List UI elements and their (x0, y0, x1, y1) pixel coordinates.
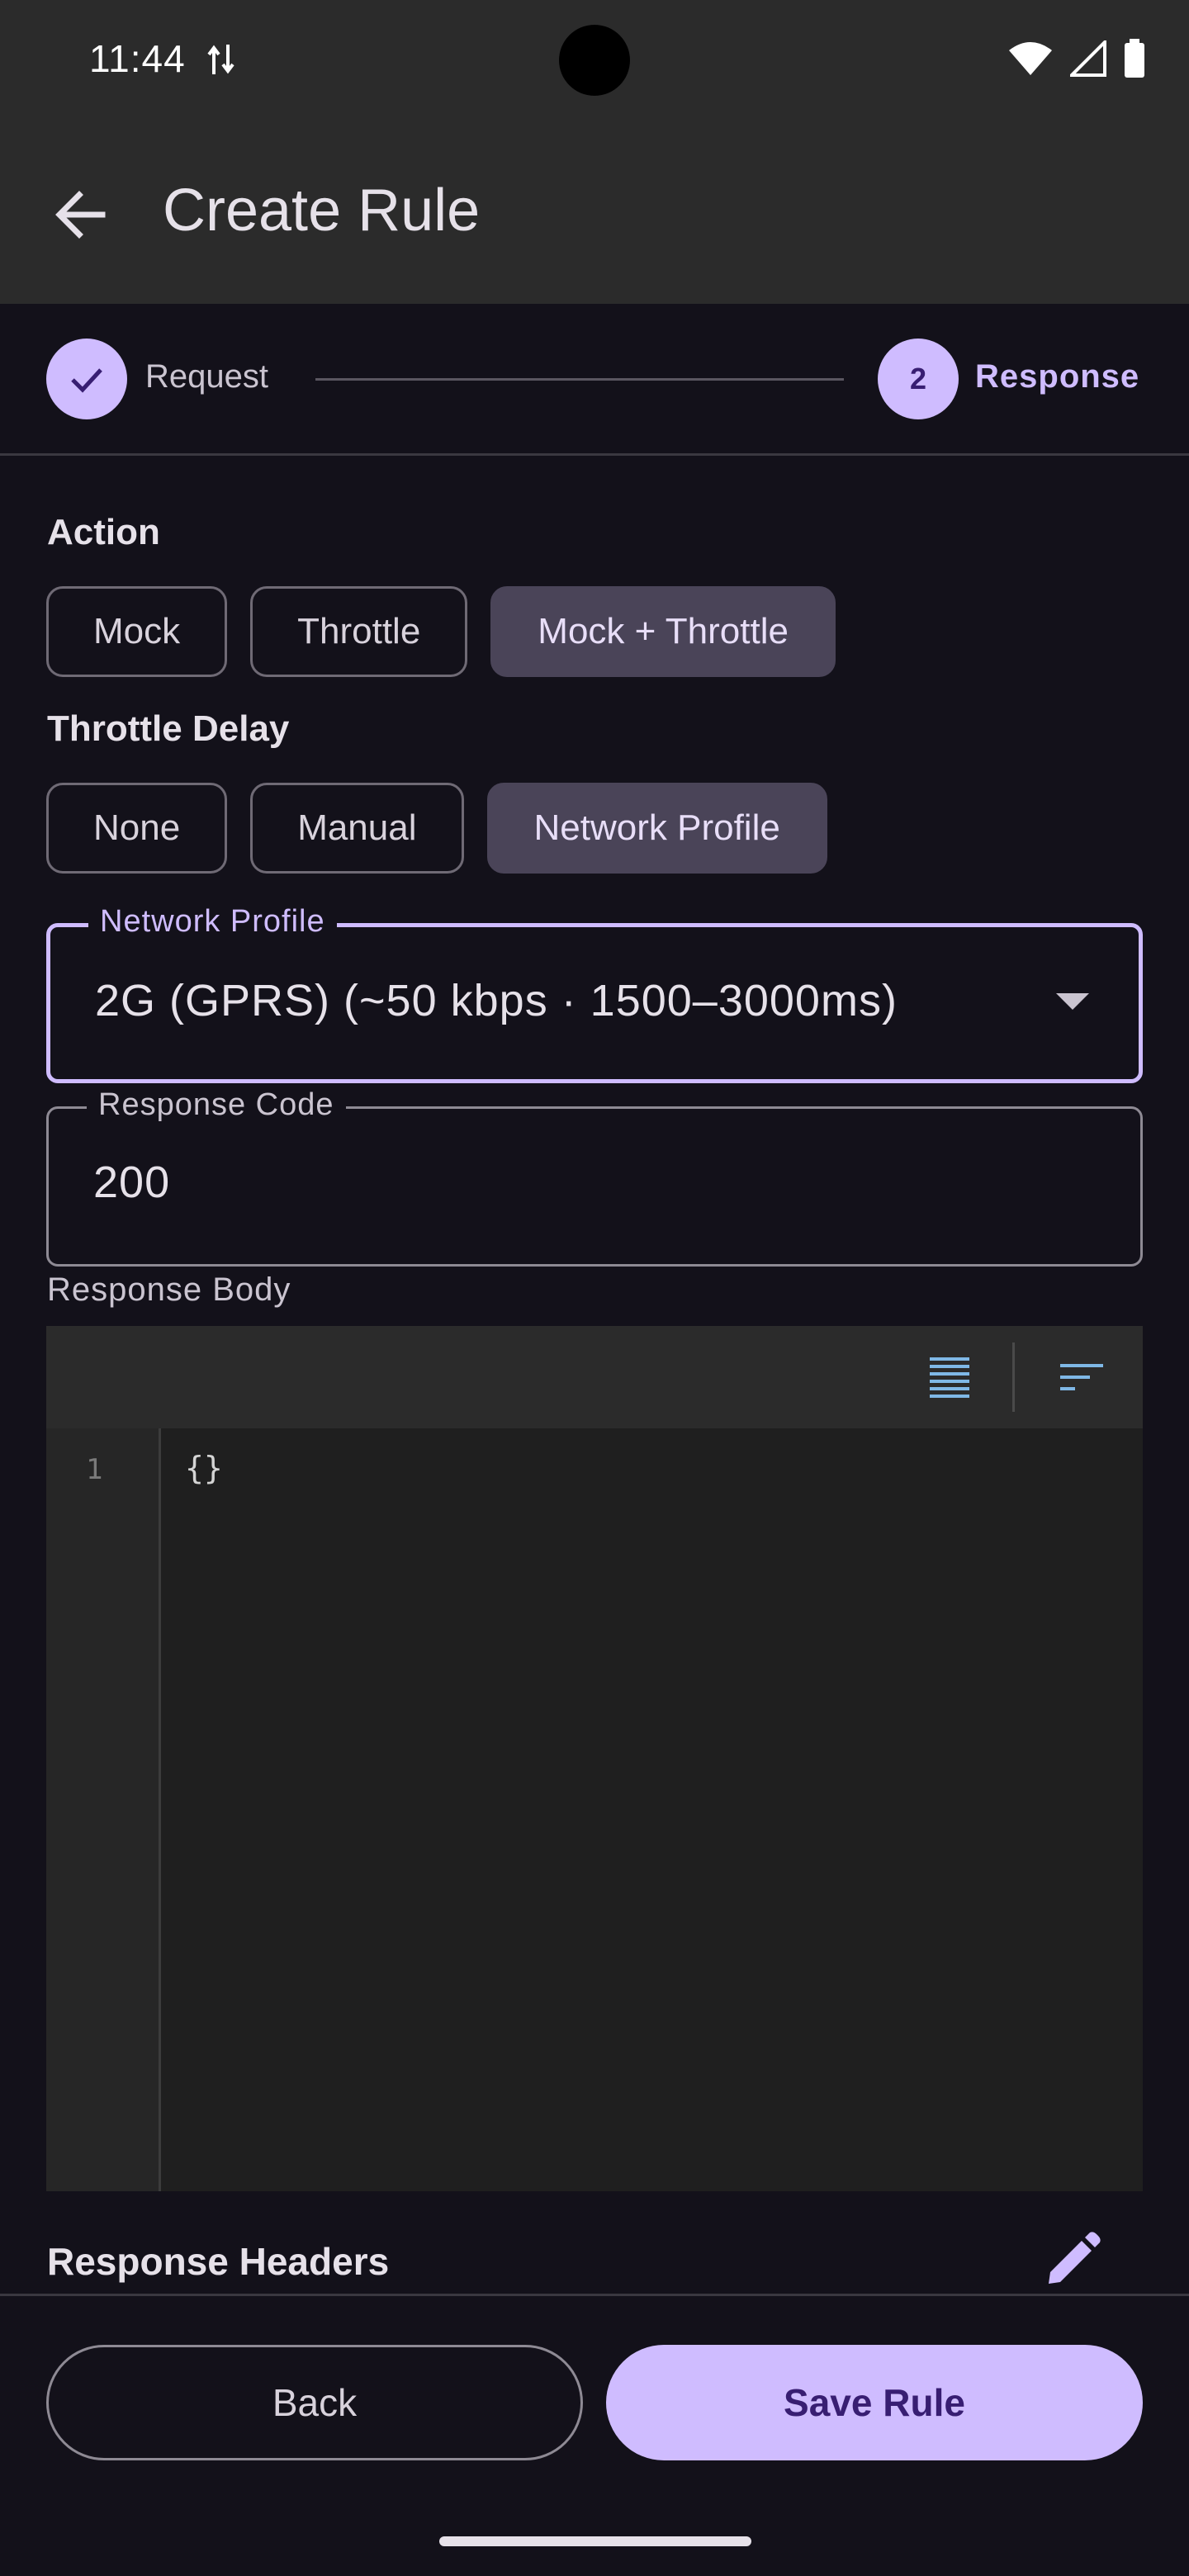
app-bar: Create Rule (0, 119, 1189, 304)
action-chip-mock-throttle[interactable]: Mock + Throttle (490, 586, 836, 677)
check-icon (71, 368, 102, 393)
delay-chip-none[interactable]: None (46, 783, 228, 874)
text-wrap-icon[interactable] (925, 1352, 974, 1402)
network-profile-label: Network Profile (88, 904, 337, 940)
format-sort-icon[interactable] (1057, 1352, 1106, 1402)
arrow-back-icon[interactable] (48, 182, 114, 248)
throttle-delay-label: Throttle Delay (47, 708, 290, 749)
pencil-icon[interactable] (1042, 2229, 1103, 2290)
editor-toolbar (46, 1326, 1143, 1428)
status-time: 11:44 (89, 37, 186, 80)
home-indicator[interactable] (439, 2536, 751, 2546)
stepper: Request 2 Response (0, 304, 1189, 456)
response-code-label: Response Code (87, 1087, 346, 1123)
battery-icon (1125, 39, 1144, 78)
network-profile-value: 2G (GPRS) (~50 kbps · 1500–3000ms) (95, 976, 898, 1025)
save-rule-button[interactable]: Save Rule (606, 2345, 1143, 2460)
response-body-editor[interactable]: 1 {} (46, 1326, 1143, 2191)
page-title: Create Rule (163, 178, 481, 244)
step-response-indicator[interactable]: 2 (878, 339, 959, 419)
status-icons (1007, 38, 1146, 79)
response-code-input[interactable]: 200 (93, 1157, 170, 1208)
status-bar: 11:44 (0, 0, 1189, 119)
bottom-divider (0, 2294, 1189, 2296)
data-transfer-icon (207, 45, 234, 74)
delay-chip-network-profile[interactable]: Network Profile (486, 783, 827, 874)
action-chip-throttle[interactable]: Throttle (250, 586, 468, 677)
action-chip-group: Mock Throttle Mock + Throttle (46, 586, 836, 677)
toolbar-separator (1012, 1342, 1015, 1412)
line-number: 1 (86, 1453, 103, 1486)
throttle-delay-chip-group: None Manual Network Profile (46, 783, 827, 874)
step-request-indicator[interactable] (46, 339, 127, 419)
response-body-label: Response Body (47, 1271, 291, 1308)
camera-cutout (559, 25, 630, 96)
response-code-field[interactable]: Response Code 200 (46, 1087, 1143, 1267)
cell-signal-icon (1070, 40, 1106, 77)
action-label: Action (47, 512, 160, 552)
arrow-drop-down-icon[interactable] (1056, 993, 1089, 1010)
step-connector (315, 378, 844, 381)
line-number-gutter: 1 (46, 1428, 161, 2191)
step-response-label[interactable]: Response (975, 358, 1139, 395)
back-button[interactable]: Back (46, 2345, 583, 2460)
step-request-label[interactable]: Request (145, 358, 268, 395)
action-chip-mock[interactable]: Mock (46, 586, 228, 677)
delay-chip-manual[interactable]: Manual (250, 783, 464, 874)
network-profile-dropdown[interactable]: Network Profile 2G (GPRS) (~50 kbps · 15… (46, 904, 1143, 1083)
response-headers-label: Response Headers (47, 2240, 390, 2283)
wifi-icon (1009, 42, 1052, 75)
code-content[interactable]: {} (185, 1450, 223, 1486)
